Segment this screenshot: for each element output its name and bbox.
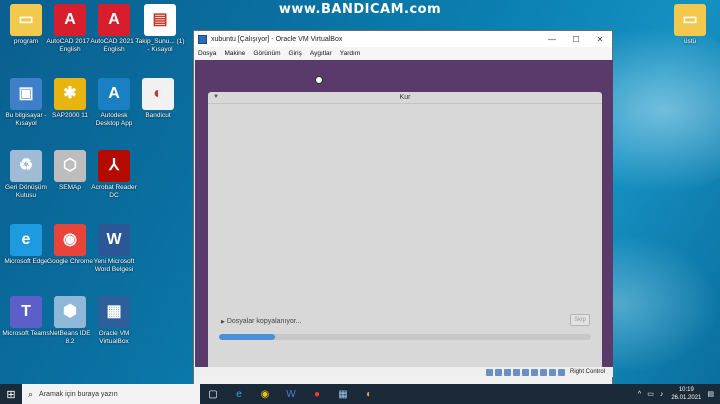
vbox-status-bar: Right Control — [195, 367, 613, 377]
window-titlebar[interactable]: xubuntu [Çalışıyor] - Oracle VM VirtualB… — [194, 31, 612, 47]
menu-gorunum[interactable]: Görünüm — [253, 50, 280, 57]
desktop-icon-image: ⬡ — [54, 150, 86, 182]
network-tray-icon[interactable]: ▭ — [647, 390, 654, 398]
desktop-icon-image: ▦ — [98, 296, 130, 328]
dialog-menu-icon[interactable]: ▼ — [213, 94, 219, 100]
desktop-icon-image: ▭ — [10, 4, 42, 36]
display-icon — [539, 368, 547, 376]
task-view-icon[interactable]: ▢ — [200, 384, 226, 404]
clock-time: 10:19 — [678, 387, 694, 393]
desktop-icon-label: Takip_Sunu... (1) - Kısayol — [135, 38, 185, 53]
desktop-icon-image: ♻ — [10, 150, 42, 182]
taskbar: ⊞ ⌕ Aramak için buraya yazın ▢ e ◉ W ● ▦… — [0, 384, 720, 404]
windows-start-icon[interactable]: ⊞ — [0, 384, 22, 404]
skip-button[interactable]: Skip — [570, 314, 590, 326]
install-progress-bar — [219, 334, 591, 340]
chrome-taskbar-icon[interactable]: ◉ — [252, 384, 278, 404]
install-status-text: Dosyalar kopyalanıyor... — [226, 318, 302, 325]
window-title: xubuntu [Çalışıyor] - Oracle VM VirtualB… — [211, 35, 343, 43]
menu-makine[interactable]: Makine — [224, 50, 245, 57]
hdd-icon — [485, 368, 493, 376]
menu-dosya[interactable]: Dosya — [198, 50, 216, 57]
recording-icon — [548, 368, 556, 376]
optical-drive-icon — [494, 368, 502, 376]
audio-icon — [503, 368, 511, 376]
desktop: www.BANDICAM.com ▭ program A AutoCAD 2017 -… — [0, 0, 720, 384]
desktop-icon-image: W — [98, 224, 130, 256]
shared-folder-icon — [530, 368, 538, 376]
usb-icon — [521, 368, 529, 376]
virtualbox-window[interactable]: xubuntu [Çalışıyor] - Oracle VM VirtualB… — [193, 30, 613, 384]
desktop-icon-image: A — [98, 4, 130, 36]
desktop-icon-image: T — [10, 296, 42, 328]
desktop-icon[interactable]: ▦ Oracle VM VirtualBox — [88, 296, 140, 345]
desktop-icon-image: A — [54, 4, 86, 36]
desktop-icon-label: Yeni Microsoft Word Belgesi — [93, 258, 135, 273]
mouse-integration-icon — [557, 368, 565, 376]
install-status[interactable]: ▶ Dosyalar kopyalanıyor... — [221, 318, 302, 325]
desktop-icon-label: Acrobat Reader DC — [91, 184, 137, 199]
desktop-icon-image: ▤ — [144, 4, 176, 36]
minimize-icon[interactable]: — — [540, 35, 564, 44]
expand-arrow-icon[interactable]: ▶ — [221, 319, 225, 325]
desktop-icon-label: AutoCAD 2021 - English — [90, 38, 138, 53]
guest-screen[interactable]: ▼ Kur ▶ Dosyalar kopyalanıyor... Skip Ri… — [195, 60, 613, 377]
chevron-up-icon[interactable]: ^ — [638, 391, 641, 398]
search-icon: ⌕ — [28, 388, 34, 399]
installer-header: ▼ Kur — [208, 92, 602, 104]
volume-icon[interactable]: ♪ — [660, 391, 664, 398]
desktop-icon-image: ⅄ — [98, 150, 130, 182]
desktop-icon[interactable]: ▭ üstü — [664, 4, 716, 46]
clock[interactable]: 10:19 26.01.2021 — [671, 386, 701, 402]
desktop-icon[interactable]: A AutoCAD 2021 - English — [88, 4, 140, 53]
desktop-icon-image: ◉ — [54, 224, 86, 256]
ubuntu-taskbar-icon[interactable]: ◐ — [356, 384, 382, 404]
bandicam-taskbar-icon[interactable]: ● — [304, 384, 330, 404]
progress-fill — [219, 334, 275, 340]
desktop-icon[interactable]: ◐ Bandicut — [132, 78, 184, 120]
menu-giris[interactable]: Giriş — [289, 50, 302, 57]
virtualbox-icon — [198, 34, 207, 44]
menu-bar: Dosya Makine Görünüm Giriş Aygıtlar Yard… — [194, 47, 612, 59]
word-taskbar-icon[interactable]: W — [278, 384, 304, 404]
desktop-icon-label: üstü — [683, 38, 697, 45]
taskbar-search[interactable]: ⌕ Aramak için buraya yazın — [22, 384, 200, 404]
mouse-cursor — [315, 76, 323, 84]
edge-taskbar-icon[interactable]: e — [226, 384, 252, 404]
search-placeholder: Aramak için buraya yazın — [39, 390, 118, 398]
desktop-icon-image: A — [98, 78, 130, 110]
menu-yardim[interactable]: Yardım — [340, 50, 360, 57]
desktop-icon-image: ◐ — [142, 78, 174, 110]
desktop-icon-image: e — [10, 224, 42, 256]
menu-aygitlar[interactable]: Aygıtlar — [310, 50, 332, 57]
virtualbox-taskbar-icon[interactable]: ▦ — [330, 384, 356, 404]
desktop-icon[interactable]: ⅄ Acrobat Reader DC — [88, 150, 140, 199]
close-icon[interactable]: ✕ — [588, 35, 612, 44]
notification-icon[interactable]: ▤ — [707, 390, 714, 398]
desktop-icon-image: ✱ — [54, 78, 86, 110]
clock-date: 26.01.2021 — [671, 395, 702, 401]
system-tray: ^ ▭ ♪ 10:19 26.01.2021 ▤ — [632, 386, 720, 402]
installer-title: Kur — [399, 94, 411, 101]
desktop-icon[interactable]: ▤ Takip_Sunu... (1) - Kısayol — [134, 4, 186, 53]
installer-dialog: ▼ Kur ▶ Dosyalar kopyalanıyor... Skip — [208, 92, 602, 375]
host-key-label: Right Control — [569, 369, 605, 375]
desktop-icon-image: ▣ — [10, 78, 42, 110]
maximize-icon[interactable]: ☐ — [564, 35, 588, 44]
desktop-icon-label: Bandicut — [145, 112, 171, 119]
desktop-icon-image: ⬢ — [54, 296, 86, 328]
desktop-icon-label: Oracle VM VirtualBox — [98, 330, 130, 345]
desktop-icon[interactable]: W Yeni Microsoft Word Belgesi — [88, 224, 140, 273]
network-icon — [512, 368, 520, 376]
desktop-icon-image: ▭ — [674, 4, 706, 36]
